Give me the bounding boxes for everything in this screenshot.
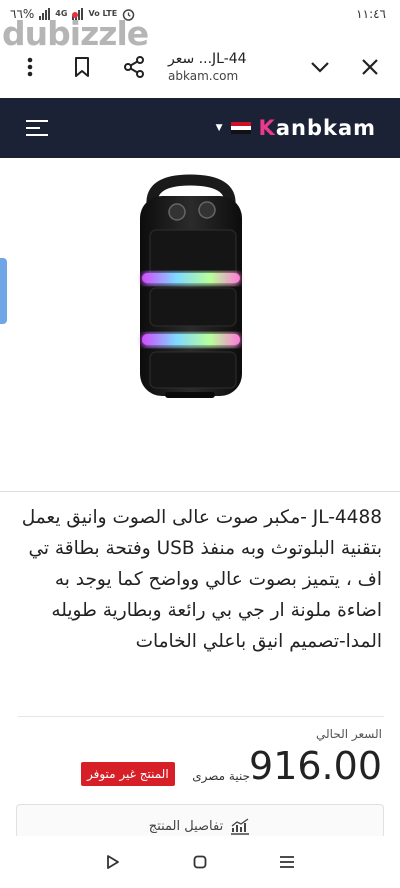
recents-nav-icon[interactable]: [267, 842, 307, 882]
page-url: abkam.com: [168, 69, 239, 83]
share-icon[interactable]: [116, 49, 152, 85]
currency-label: جنية مصرى: [192, 769, 250, 783]
language-caret-icon[interactable]: ▼: [216, 123, 223, 133]
logo-area: ▼ Kanbkam: [216, 116, 376, 140]
volte-label: Vo LTE: [88, 9, 118, 18]
section-divider: [0, 491, 400, 492]
address-bar[interactable]: سعر ...JL-44 abkam.com: [152, 51, 302, 83]
speaker-illustration: [140, 174, 242, 398]
chart-trend-icon: [231, 817, 250, 835]
price-value: 916.00: [249, 744, 382, 788]
site-logo[interactable]: Kanbkam: [259, 116, 376, 140]
close-icon[interactable]: [352, 49, 388, 85]
home-nav-icon[interactable]: [180, 842, 220, 882]
product-image[interactable]: [0, 160, 400, 490]
status-icons-left: ٦٦% 4G Vo LTE: [10, 7, 135, 21]
back-nav-icon[interactable]: [93, 842, 133, 882]
chevron-down-icon[interactable]: [302, 49, 338, 85]
signal-icon: [39, 8, 51, 20]
section-divider-2: [18, 716, 384, 717]
price-label: السعر الحالي: [316, 727, 382, 741]
battery-percent: ٦٦%: [10, 7, 35, 21]
hamburger-menu-icon[interactable]: [24, 110, 50, 146]
status-bar: ٦٦% 4G Vo LTE ١١:٤٦: [0, 0, 400, 28]
side-drawer-tab[interactable]: [0, 258, 7, 324]
network-4g-label: 4G: [55, 9, 68, 18]
product-description: JL-4488 -مكبر صوت عالى الصوت وانيق يعمل …: [21, 507, 382, 652]
site-header: ▼ Kanbkam: [0, 98, 400, 158]
details-label: تفاصيل المنتج: [148, 819, 224, 834]
signal-icon-2: [72, 8, 84, 20]
bookmark-icon[interactable]: [64, 49, 100, 85]
out-of-stock-badge: المنتج غير متوفر: [81, 762, 175, 786]
more-menu-icon[interactable]: [12, 49, 48, 85]
system-nav-bar: [0, 836, 400, 888]
status-time: ١١:٤٦: [356, 7, 386, 21]
egypt-flag-icon[interactable]: [230, 122, 251, 134]
alarm-icon: [122, 8, 135, 21]
browser-toolbar: سعر ...JL-44 abkam.com: [0, 40, 400, 94]
page-tab-title: سعر ...JL-44: [168, 51, 247, 67]
